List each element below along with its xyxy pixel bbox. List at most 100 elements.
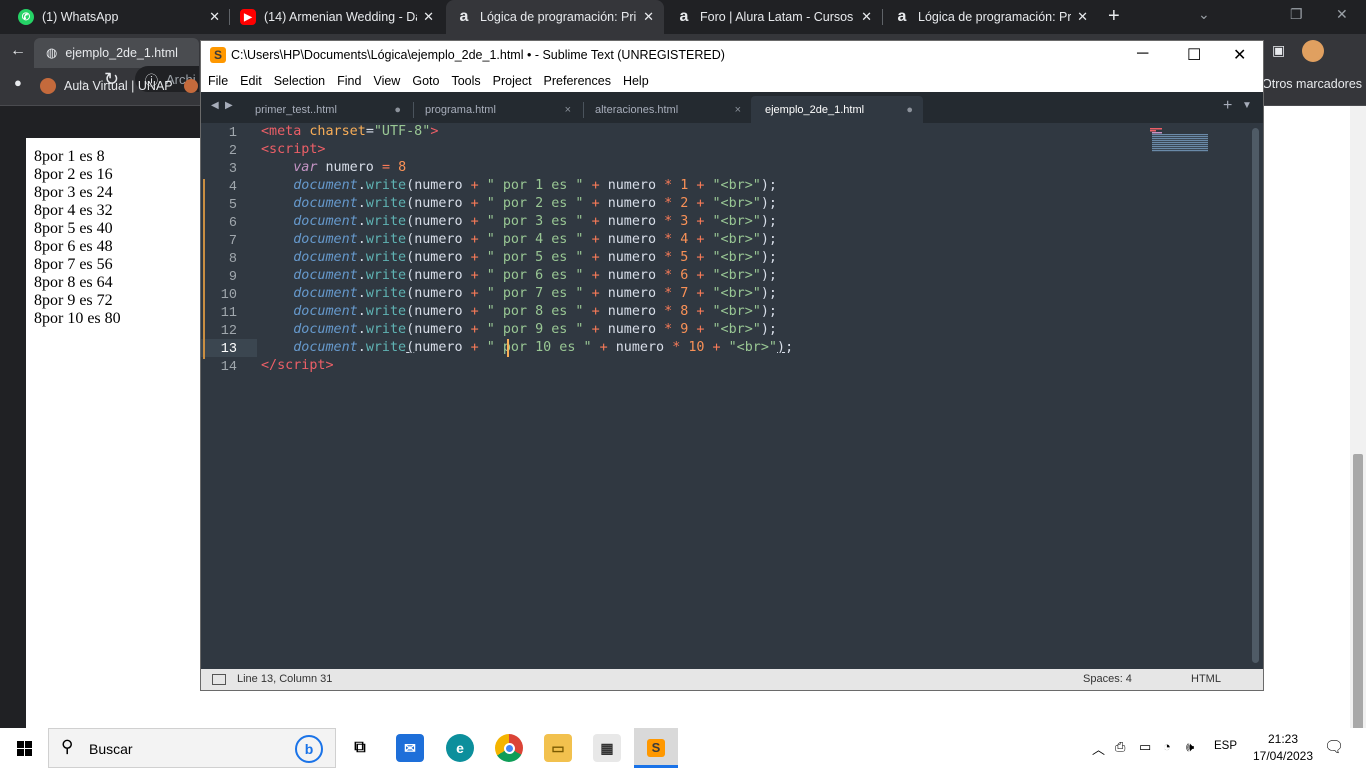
tab-label: ejemplo_2de_1.html — [765, 103, 865, 116]
chrome-tab-youtube[interactable]: ▶ (14) Armenian Wedding - Da ✕ — [230, 0, 444, 34]
scrollbar-thumb[interactable] — [1353, 454, 1363, 744]
other-bookmarks-label: Otros marcadores — [1262, 77, 1363, 91]
close-tab-icon[interactable]: ✕ — [1077, 9, 1088, 25]
chrome-tab-title: Lógica de programación: Prir — [918, 10, 1072, 24]
modified-line-marker — [203, 269, 205, 287]
close-tab-icon[interactable]: × — [735, 104, 741, 116]
code-editor[interactable]: 1 2 3 4 5 6 7 8 9 10 11 12 13 14 <meta charset="UTF-8… — [201, 123, 1263, 669]
chrome-tab-whatsapp[interactable]: ✆ (1) WhatsApp ✕ — [8, 0, 230, 34]
close-window-icon[interactable]: ✕ — [1336, 6, 1348, 23]
maximize-icon[interactable]: ☐ — [1187, 45, 1201, 65]
restore-icon[interactable]: ❐ — [1290, 6, 1303, 23]
st-tab-primer-test[interactable]: primer_test..html ● — [241, 96, 411, 123]
whatsapp-icon: ✆ — [18, 9, 34, 25]
modified-line-marker — [203, 341, 205, 359]
menu-goto[interactable]: Goto — [412, 74, 439, 88]
output-line: 8por 3 es 24 — [34, 184, 113, 201]
chrome-tab-logica-active[interactable]: a Lógica de programación: Prir ✕ — [446, 0, 664, 34]
volume-icon[interactable]: 🕪 — [1186, 739, 1194, 755]
output-line: 8por 1 es 8 — [34, 148, 105, 165]
unsaved-dot-icon[interactable]: ● — [906, 104, 913, 116]
close-tab-icon[interactable]: ✕ — [861, 9, 872, 25]
unap-icon — [40, 78, 56, 94]
sublime-logo-icon: S — [210, 47, 226, 63]
line-number: 13 — [220, 342, 237, 357]
st-tab-programa[interactable]: programa.html × — [411, 96, 581, 123]
sublime-tabbar: ◀ ▶ primer_test..html ● programa.html × … — [201, 92, 1263, 123]
code-area[interactable]: <meta charset="UTF-8"> <script> var nume… — [261, 123, 793, 378]
tray-chevron-icon[interactable]: ︿ — [1092, 739, 1105, 758]
output-lines: 8por 1 es 8 8por 2 es 16 8por 3 es 24 8p… — [34, 148, 121, 328]
menu-find[interactable]: Find — [337, 74, 361, 88]
st-tab-ejemplo-active[interactable]: ejemplo_2de_1.html ● — [751, 96, 923, 123]
avatar[interactable] — [1302, 40, 1324, 62]
line-number: 12 — [220, 324, 237, 339]
indentation-setting[interactable]: Spaces: 4 — [1083, 673, 1132, 685]
close-icon[interactable]: ✕ — [1233, 45, 1246, 65]
modified-line-marker — [203, 305, 205, 323]
chrome-icon[interactable] — [495, 734, 523, 762]
menu-tools[interactable]: Tools — [451, 74, 480, 88]
sidepanel-icon[interactable]: ▣ — [1272, 42, 1285, 59]
chrome-tab-logica-2[interactable]: a Lógica de programación: Prir ✕ — [884, 0, 1098, 34]
meet-icon[interactable]: ⎙ — [1115, 739, 1125, 755]
sublime-menubar: File Edit Selection Find View Goto Tools… — [201, 70, 1263, 92]
modified-line-marker — [203, 323, 205, 341]
menu-edit[interactable]: Edit — [240, 74, 262, 88]
close-tab-icon[interactable]: ✕ — [209, 9, 220, 25]
chrome-tab-title: Lógica de programación: Prir — [480, 10, 638, 24]
inner-chrome-tab[interactable]: ◍ ejemplo_2de_1.html — [34, 38, 199, 68]
battery-icon[interactable]: ▭ — [1139, 739, 1151, 755]
notifications-icon[interactable]: 🗨 — [1324, 737, 1344, 757]
task-view-icon[interactable]: ⧉ — [346, 734, 374, 762]
bookmark-aula-virtual[interactable]: Aula Virtual | UNAP — [40, 78, 173, 94]
taskbar-search[interactable]: ⚲ Buscar b — [48, 728, 336, 768]
start-button[interactable] — [0, 728, 48, 768]
st-tab-alteraciones[interactable]: alteraciones.html × — [581, 96, 751, 123]
line-number: 14 — [220, 360, 237, 375]
output-line: 8por 4 es 32 — [34, 202, 113, 219]
language-indicator[interactable]: ESP — [1214, 740, 1237, 752]
menu-selection[interactable]: Selection — [274, 74, 325, 88]
menu-project[interactable]: Project — [493, 74, 532, 88]
minimap[interactable] — [1148, 127, 1210, 153]
modified-line-marker — [203, 287, 205, 305]
new-tab-icon[interactable]: + — [1223, 97, 1232, 115]
file-explorer-icon[interactable]: ▭ — [544, 734, 572, 762]
tab-scroll-left-icon[interactable]: ◀ — [211, 100, 219, 111]
minimize-icon[interactable]: ─ — [1137, 45, 1148, 63]
menu-file[interactable]: File — [208, 74, 228, 88]
menu-view[interactable]: View — [373, 74, 400, 88]
wifi-icon[interactable]: ◔ — [1163, 739, 1171, 754]
code-line-current: document.write(numero + " por 10 es " + … — [293, 340, 794, 355]
panel-toggle-icon[interactable] — [212, 674, 226, 685]
tab-dropdown-icon[interactable]: ▼ — [1242, 100, 1252, 111]
back-icon[interactable]: ← — [10, 42, 26, 60]
chrome-tab-foro[interactable]: a Foro | Alura Latam - Cursos c ✕ — [666, 0, 882, 34]
output-line: 8por 7 es 56 — [34, 256, 113, 273]
close-tab-icon[interactable]: ✕ — [643, 9, 654, 25]
store-icon[interactable]: ▦ — [593, 734, 621, 762]
syntax-selector[interactable]: HTML — [1191, 673, 1221, 685]
close-tab-icon[interactable]: ✕ — [423, 9, 434, 25]
code-line: <script> — [261, 142, 326, 157]
new-tab-button[interactable]: + — [1108, 5, 1120, 28]
line-number: 9 — [228, 270, 237, 285]
sublime-taskbar-icon[interactable]: S — [634, 728, 678, 768]
other-bookmarks[interactable]: Otros marcadores — [1262, 77, 1362, 91]
unsaved-dot-icon[interactable]: ● — [394, 104, 401, 116]
menu-help[interactable]: Help — [623, 74, 649, 88]
tab-scroll-right-icon[interactable]: ▶ — [225, 100, 233, 111]
mail-icon[interactable]: ✉ — [396, 734, 424, 762]
output-line: 8por 2 es 16 — [34, 166, 113, 183]
page-scrollbar[interactable] — [1350, 106, 1366, 744]
editor-scrollbar[interactable] — [1252, 128, 1259, 663]
line-gutter: 1 2 3 4 5 6 7 8 9 10 11 12 13 14 — [201, 123, 257, 669]
menu-preferences[interactable]: Preferences — [544, 74, 611, 88]
bing-icon[interactable]: b — [295, 735, 323, 763]
edge-icon[interactable]: e — [446, 734, 474, 762]
close-tab-icon[interactable]: × — [565, 104, 571, 116]
tab-search-icon[interactable]: ⌄ — [1198, 6, 1210, 23]
clock[interactable]: 21:23 17/04/2023 — [1248, 731, 1318, 765]
left-strip — [0, 138, 26, 728]
